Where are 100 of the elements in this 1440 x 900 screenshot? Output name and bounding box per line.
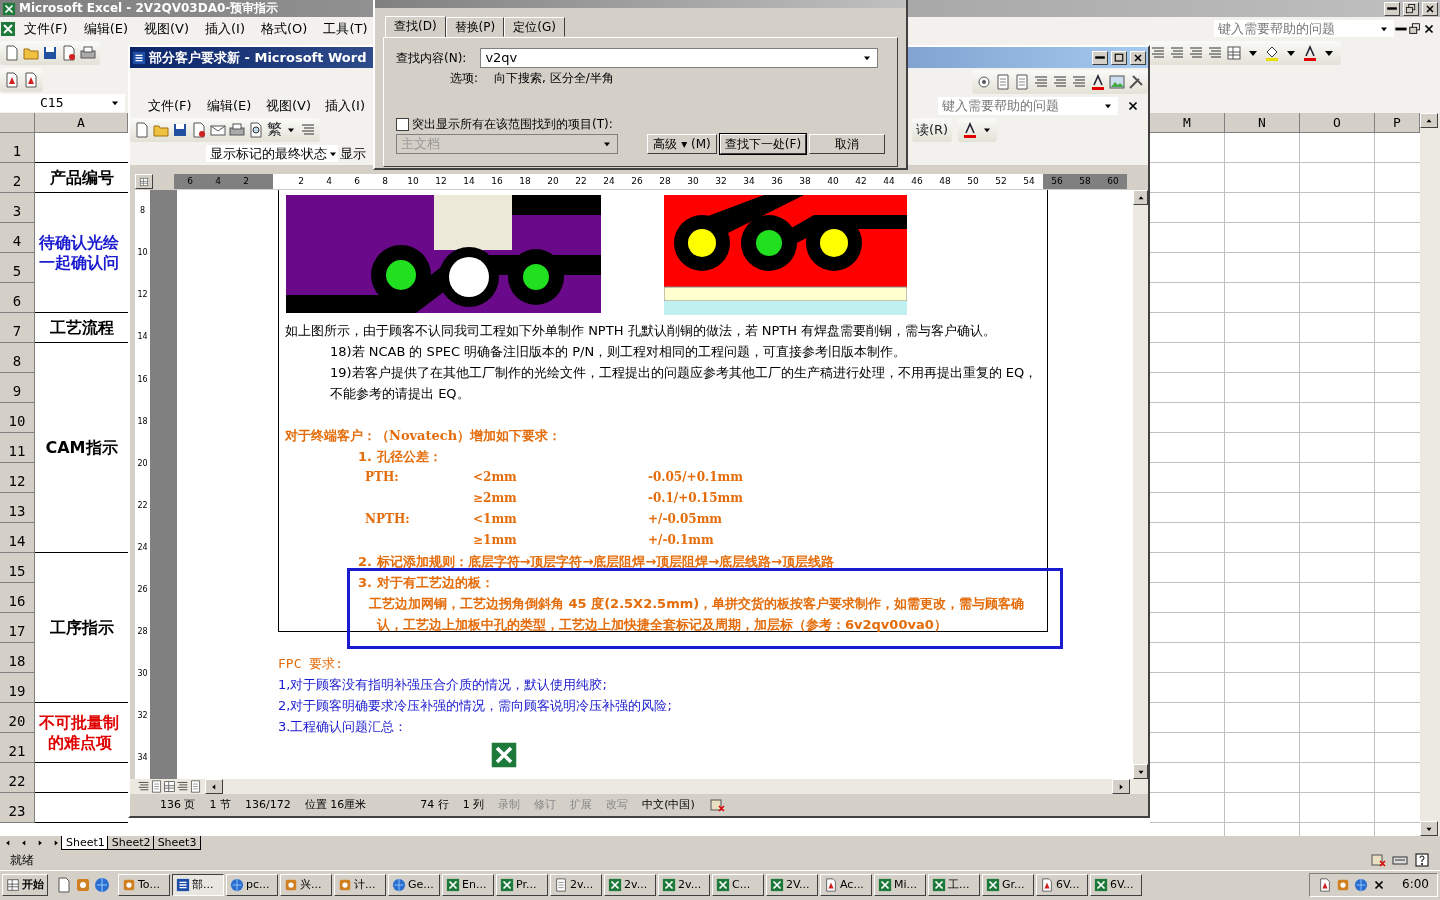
row-header[interactable]: 21 [0,733,35,763]
quick-launch-icon[interactable] [94,876,110,893]
taskbar-button[interactable]: To... [118,873,170,896]
save-icon[interactable] [42,45,58,61]
taskbar-button[interactable]: 2V... [766,873,818,896]
maximize-button[interactable] [1111,50,1127,65]
dialog-tab[interactable]: 定位(G) [504,17,565,38]
borders-icon[interactable] [1226,45,1242,61]
reading-button[interactable]: 读(R) [916,119,949,140]
row-header[interactable]: 1 [0,133,35,163]
dialog-tab[interactable]: 替换(P) [445,17,505,38]
pdf-icon[interactable] [23,71,39,88]
row-header[interactable]: 20 [0,703,35,733]
view-icon[interactable] [189,780,202,793]
show-menu[interactable]: 显示 [338,145,368,162]
row-header[interactable]: 22 [0,763,35,793]
taskbar-button[interactable]: 兴... [280,873,332,896]
row-header[interactable]: 6 [0,283,35,313]
new-document-icon[interactable] [4,45,20,61]
taskbar-button[interactable]: pc... [226,873,278,896]
markup-dropdown[interactable]: 显示标记的最终状态 [206,144,338,163]
font-color-icon[interactable] [1302,45,1318,61]
start-button[interactable]: 开始 [2,873,48,896]
text-style-icon[interactable] [1090,73,1106,90]
taskbar-button[interactable]: Ge... [388,873,440,896]
taskbar-button[interactable]: 2v... [658,873,710,896]
pdf-icon[interactable] [4,71,20,88]
scroll-button[interactable] [1420,113,1438,128]
permission-icon[interactable] [191,121,207,138]
taskbar-button[interactable]: Mi... [874,873,926,896]
taskbar-button[interactable]: 2v... [550,873,602,896]
row-header[interactable]: 9 [0,373,35,403]
taskbar-button[interactable]: 计... [334,873,386,896]
row-header[interactable]: 11 [0,433,35,463]
menu-item[interactable]: 工具(T) [315,20,376,37]
taskbar-button[interactable]: Ac... [820,873,872,896]
sheet-tab[interactable]: Sheet1 [61,836,110,850]
row-header[interactable]: 18 [0,643,35,673]
row-header[interactable]: 16 [0,583,35,613]
scrollbar[interactable] [1133,190,1148,779]
outdent-icon[interactable] [1188,45,1204,61]
scroll-button[interactable] [1420,821,1438,836]
dialog-button[interactable]: 高级 ▾ (M) [647,133,717,154]
row-header[interactable]: 15 [0,553,35,583]
column-header[interactable]: M [1150,113,1225,133]
table-icon[interactable] [995,73,1011,90]
indent-icon[interactable] [1207,45,1223,61]
find-field[interactable]: v2qv [480,48,879,68]
select-all-button[interactable] [0,113,35,133]
name-box[interactable]: C15 [0,94,125,112]
column-header[interactable]: N [1225,113,1300,133]
row-header[interactable]: 7 [0,313,35,343]
row-header[interactable]: 2 [0,163,35,193]
view-icon[interactable] [163,780,176,793]
menu-item[interactable]: 编辑(E) [203,98,262,114]
font-color-icon[interactable] [962,121,979,138]
row-header[interactable]: 13 [0,493,35,523]
menu-item[interactable]: 文件(F) [144,98,203,114]
minimize-button[interactable] [1384,1,1400,16]
tools-icon[interactable] [1128,73,1144,90]
view-icon[interactable] [150,780,163,793]
row-header[interactable]: 10 [0,403,35,433]
menu-item[interactable]: 视图(V) [136,20,198,37]
quick-launch-icon[interactable] [75,876,91,893]
excel-file-icon[interactable] [490,741,518,769]
scroll-button[interactable] [135,174,153,189]
restore-icon[interactable] [1408,21,1422,36]
row-header[interactable]: 19 [0,673,35,703]
menu-item[interactable]: 文件(F) [16,20,76,37]
quick-launch-icon[interactable] [56,876,72,893]
new-document-icon[interactable] [134,121,150,138]
view-icon[interactable] [176,780,189,793]
row-header[interactable]: 17 [0,613,35,643]
fill-color-icon[interactable] [1264,45,1280,61]
row-header[interactable]: 14 [0,523,35,553]
close-button[interactable] [1130,50,1146,65]
view-icon[interactable] [137,780,150,793]
permission-icon[interactable] [61,45,77,61]
traditional-button[interactable]: 繁 [267,118,282,141]
dialog-button[interactable]: 取消 [809,133,885,154]
taskbar-button[interactable]: 工... [928,873,980,896]
taskbar-button[interactable]: Gr... [982,873,1034,896]
radio-icon[interactable] [976,73,992,90]
close-button[interactable] [1422,1,1438,16]
checkbox[interactable] [396,118,409,132]
sheet-tab[interactable]: Sheet2 [106,836,156,850]
taskbar-button[interactable]: 6V... [1090,873,1142,896]
save-icon[interactable] [172,121,188,138]
menu-item[interactable]: 格式(O) [253,20,316,37]
scrollbar[interactable] [130,779,1148,794]
row-header[interactable]: 12 [0,463,35,493]
row-header[interactable]: 5 [0,253,35,283]
help-search-field[interactable]: 键入需要帮助的问题 [938,97,1118,115]
minimize-icon[interactable] [1394,25,1408,32]
table-icon[interactable] [1014,73,1030,90]
close-icon[interactable] [1126,99,1140,113]
taskbar-button[interactable]: En... [442,873,494,896]
menu-item[interactable]: 编辑(E) [75,20,136,37]
dialog-button[interactable]: 查找下一处(F) [720,133,806,154]
row-header[interactable]: 3 [0,193,35,223]
